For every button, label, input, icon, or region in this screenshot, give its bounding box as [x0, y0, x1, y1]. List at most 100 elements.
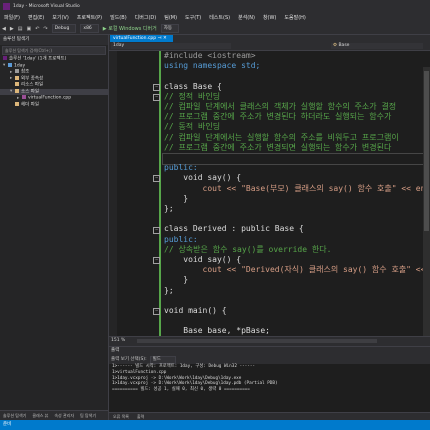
code-text: void main() {: [164, 306, 227, 315]
scrollbar-thumb[interactable]: [424, 71, 429, 231]
code-text: class Derived : public Base {: [164, 224, 304, 234]
code-line: using namespace std;: [164, 61, 260, 71]
output-line: ========== 빌드: 성공 1, 실패 0, 최신 0, 생략 0 ==…: [112, 387, 250, 393]
solution-search-input[interactable]: 솔루션 탐색기 검색(Ctrl+;): [2, 46, 106, 55]
code-text: };: [164, 204, 174, 213]
forward-icon[interactable]: ▶: [8, 26, 16, 32]
menu-project[interactable]: 프로젝트(P): [73, 14, 106, 21]
menu-help[interactable]: 도움말(H): [280, 14, 309, 21]
menu-analyze[interactable]: 분석(N): [234, 14, 259, 21]
document-tab-strip: virtualFunction.cpp ⊣ ✕: [109, 35, 430, 42]
code-line: // 컴파일 단계에서는 실행할 함수의 주소를 비워두고 프로그램이: [164, 133, 399, 143]
menu-team[interactable]: 팀(M): [160, 14, 181, 21]
zoom-bar: 151 %: [109, 336, 430, 345]
document-tab-label: virtualFunction.cpp: [113, 36, 157, 41]
back-icon[interactable]: ◀: [0, 26, 8, 32]
code-text: public:: [164, 163, 198, 173]
code-line: public:: [164, 235, 198, 245]
title-bar: 1day - Microsoft Visual Studio: [0, 0, 430, 12]
vs-logo-icon: [3, 2, 10, 10]
menu-window[interactable]: 창(W): [259, 14, 280, 21]
config-select[interactable]: Debug: [51, 24, 77, 33]
tree-header-files[interactable]: 헤더 파일: [0, 101, 108, 109]
fold-toggle-icon[interactable]: −: [153, 84, 160, 91]
code-text: class Base {: [164, 81, 222, 91]
code-area[interactable]: − − − − − − #include <iostream> using na…: [109, 51, 430, 337]
tree-label: 외부 종속성: [21, 76, 44, 81]
tree-label: virtualFunction.cpp: [28, 95, 72, 101]
new-file-icon[interactable]: ▤: [16, 26, 25, 32]
comment-text: // 프로그램 중간에 주소가 변경되면 실행되는 함수가 변경된다: [164, 142, 392, 152]
code-text: void say() {: [164, 255, 242, 264]
output-toolbar: 출력 보기 선택(S): 빌드: [109, 355, 430, 364]
output-source-label: 출력 보기 선택(S):: [111, 357, 147, 362]
solution-explorer: 솔루션 탐색기 솔루션 탐색기 검색(Ctrl+;) 솔루션 '1day' (1…: [0, 35, 109, 420]
tree-label: 리소스 파일: [21, 82, 44, 88]
folder-icon: [15, 101, 19, 106]
code-line: cout << "Derived(자식) 클래스의 say() 함수 호출" <…: [164, 265, 430, 275]
comment-text: // 프로그램 중간에 주소가 변경된다 하더라도 실행되는 함수가: [164, 112, 392, 122]
comment-text: // 컴파일 단계에서 클래스의 객체가 실행할 함수의 주소가 결정: [164, 102, 397, 111]
close-icon[interactable]: ✕: [163, 36, 167, 41]
code-line: class Derived : public Base {: [164, 224, 304, 234]
code-line: // 프로그램 중간에 주소가 변경된다 하더라도 실행되는 함수가: [164, 112, 391, 122]
tree-label: 소스 파일: [21, 89, 39, 94]
fold-toggle-icon[interactable]: −: [153, 308, 160, 315]
run-debugger-button[interactable]: ▶ 로컬 Windows 디버거: [101, 25, 159, 32]
output-panel: 출력 출력 보기 선택(S): 빌드 1>------ 빌드 시작: 프로젝트:…: [109, 346, 430, 421]
code-text: public:: [164, 234, 198, 244]
project-dropdown[interactable]: 1day: [111, 43, 231, 49]
menu-test[interactable]: 테스트(S): [205, 14, 234, 21]
code-line: // 컴파일 단계에서 클래스의 객체가 실행할 함수의 주소가 결정: [164, 102, 396, 112]
fold-toggle-icon[interactable]: −: [153, 227, 160, 234]
fold-toggle-icon[interactable]: −: [153, 94, 160, 101]
zoom-level[interactable]: 151 %: [109, 337, 125, 345]
indicator-margin: [109, 51, 117, 337]
code-text: }: [164, 193, 189, 203]
project-icon: [8, 62, 12, 67]
fold-toggle-icon[interactable]: −: [153, 175, 160, 182]
tab-solution-explorer[interactable]: 솔루션 탐색기: [0, 411, 29, 420]
pin-icon[interactable]: ⊣: [158, 36, 162, 41]
navigation-bar: 1day ⚙ Base: [109, 42, 430, 51]
output-source-select[interactable]: 빌드: [149, 355, 176, 364]
fold-toggle-icon[interactable]: −: [153, 257, 160, 264]
redo-icon[interactable]: ↷: [41, 26, 49, 32]
code-line: void main() {: [164, 306, 227, 316]
toolbar: ◀ ▶ ▤ ▣ ↶ ↷ Debug x86 ▶ 로컬 Windows 디버거 자…: [0, 23, 430, 35]
menu-view[interactable]: 보기(V): [48, 14, 73, 21]
horizontal-scrollbar[interactable]: [137, 339, 378, 343]
save-icon[interactable]: ▣: [24, 26, 33, 32]
comment-text: // 동적 바인딩: [164, 122, 221, 132]
solution-bottom-tabs: 솔루션 탐색기 클래스 뷰 속성 관리자 팀 탐색기: [0, 410, 108, 420]
code-text: using namespace std;: [164, 61, 261, 71]
tab-team-explorer[interactable]: 팀 탐색기: [77, 411, 99, 420]
menu-file[interactable]: 파일(F): [0, 14, 24, 21]
solution-explorer-title: 솔루션 탐색기: [0, 35, 108, 45]
menu-build[interactable]: 빌드(B): [106, 14, 131, 21]
vertical-scrollbar[interactable]: [423, 67, 430, 337]
code-line: };: [164, 204, 174, 214]
menu-edit[interactable]: 편집(E): [24, 14, 48, 21]
document-tab[interactable]: virtualFunction.cpp ⊣ ✕: [110, 35, 173, 42]
scope-dropdown[interactable]: ⚙ Base: [331, 43, 423, 49]
menu-tools[interactable]: 도구(T): [181, 14, 205, 21]
code-text: };: [164, 285, 174, 295]
tree-label: 1day: [14, 63, 26, 68]
menu-debug[interactable]: 디버그(D): [131, 14, 161, 21]
auto-select[interactable]: 자동: [160, 24, 180, 33]
status-text: 준비: [3, 422, 12, 427]
code-line: public:: [164, 163, 198, 173]
folder-icon: [15, 88, 19, 93]
tab-property-manager[interactable]: 속성 관리자: [51, 411, 77, 420]
platform-select[interactable]: x86: [80, 24, 99, 33]
code-line: }: [164, 194, 188, 204]
folder-icon: [15, 75, 19, 80]
tree-label: 솔루션 '1day' (1개 프로젝트): [9, 56, 67, 62]
tab-class-view[interactable]: 클래스 뷰: [29, 411, 51, 420]
code-text: cout << "Base(부모) 클래스의 say() 함수 호출" << e…: [164, 183, 430, 193]
current-line-highlight: [162, 153, 430, 165]
undo-icon[interactable]: ↶: [33, 26, 41, 32]
code-line: // 프로그램 중간에 주소가 변경되면 실행되는 함수가 변경된다: [164, 143, 391, 153]
tree-label: 참조: [21, 69, 30, 75]
